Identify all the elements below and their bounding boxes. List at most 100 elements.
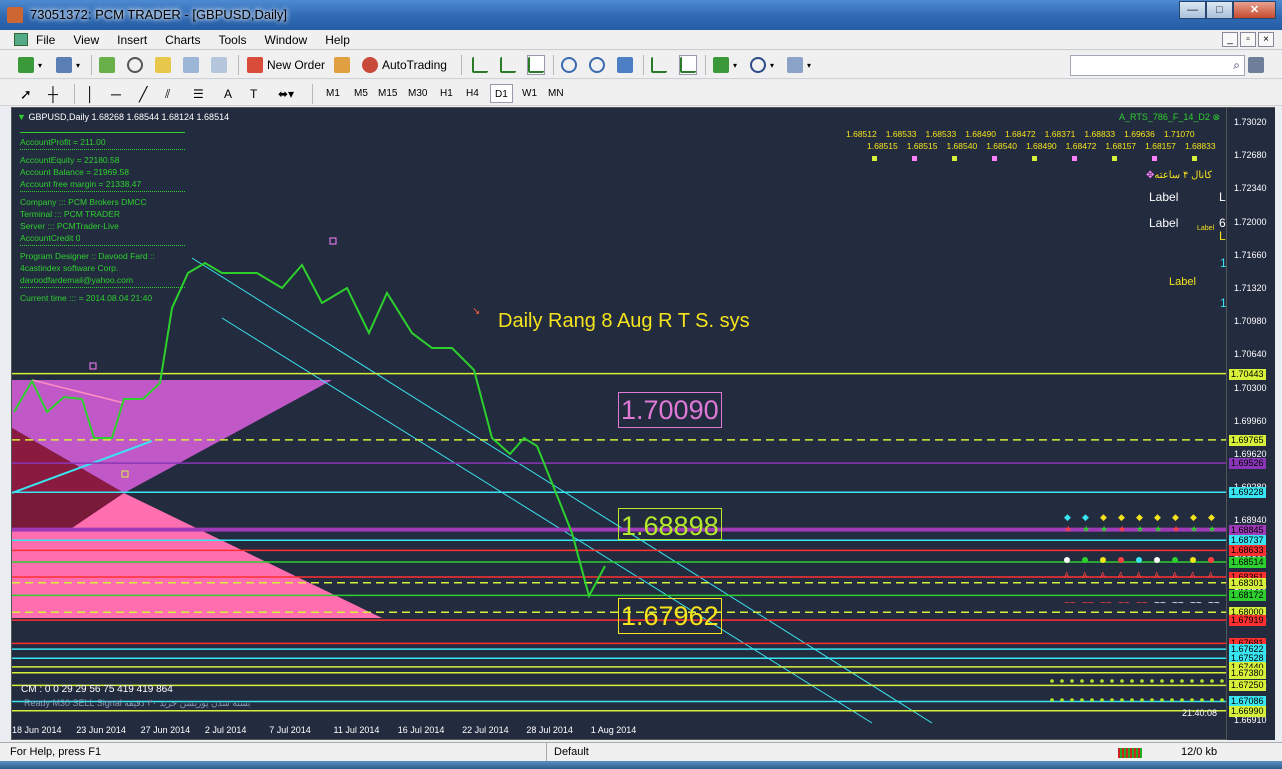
trendline-button[interactable]: ╱ [139,84,147,104]
price-label: 1.69960 [1234,415,1267,426]
chart-area[interactable]: ↘ ◆ ★ A ~~ ◆ ★ A ~~ ◆ ★ A ~~ ◆ ★ A ~~ ◆ ★ A ~~ ◆ ★ A ~~ ◆ ★ A ~~ ◆ ★ A ~… [11,107,1227,740]
terminal-button[interactable] [183,55,199,75]
periods-button[interactable]: ▾ [750,55,774,75]
status-profile[interactable]: Default [554,746,589,758]
maximize-button[interactable]: □ [1206,1,1233,19]
tile-windows-button[interactable] [617,55,633,75]
text-button[interactable]: A [224,84,232,104]
folder-icon [155,57,171,73]
diamond-marker: ◆ [1190,512,1197,522]
timeframe-m5[interactable]: M5 [350,84,372,103]
timeframe-d1[interactable]: D1 [490,84,513,103]
search-input[interactable]: ⌕ [1070,55,1245,76]
price-tag: 1.69765 [1229,434,1266,446]
wave-marker: ~~ [1208,598,1220,609]
green-dot [1110,698,1114,702]
menu-tools[interactable]: Tools [219,33,256,47]
mdi-close-button[interactable]: × [1258,32,1274,47]
a-marker: A [1064,571,1070,580]
new-chart-button[interactable]: ▾ [18,55,42,75]
timeframe-m15[interactable]: M15 [374,84,401,103]
minimize-button[interactable]: — [1179,1,1206,19]
equidistant-channel-button[interactable]: ⫽ [165,84,170,104]
dot-marker [1190,557,1196,563]
green-dot [1060,679,1064,683]
green-dot [1160,698,1164,702]
timeframe-m30[interactable]: M30 [404,84,431,103]
cursor-icon: ➚ [20,85,32,102]
timeframe-h1[interactable]: H1 [436,84,457,103]
date-label: 1 Aug 2014 [590,725,637,735]
account-info-line: 4castindex software Corp. [20,263,119,273]
horizontal-line-button[interactable]: ─ [111,84,121,104]
menu-view[interactable]: View [73,33,108,47]
cursor-button[interactable]: ➚ [20,84,32,104]
chart-shift-button[interactable] [679,55,697,75]
fibonacci-button[interactable]: ☰ [193,84,204,104]
mdi-restore-button[interactable]: ▫ [1240,32,1256,47]
candlestick-icon [500,57,516,73]
label-4: Label [1169,276,1196,288]
indicators-button[interactable]: ▾ [713,55,737,75]
price-scale[interactable]: 1.73020 1.72680 1.72340 1.72000 1.71660 1.713… [1227,107,1275,740]
a-marker: A [1118,571,1124,580]
crosshair-button[interactable]: ┼ [48,84,58,104]
indicator-name: A_RTS_786_F_14_D2 ⊗ [1119,112,1220,122]
zoom-in-button[interactable] [561,55,577,75]
new-chart-icon [18,57,34,73]
menu-file[interactable]: File [36,33,64,47]
wave-marker: ~~ [1172,598,1184,609]
menu-charts[interactable]: Charts [165,33,209,47]
top-value: 1.68540 [946,141,978,151]
navigator-button[interactable] [127,55,143,75]
close-button[interactable]: ✕ [1233,1,1276,19]
signal-square [1112,156,1117,161]
new-order-button[interactable]: New Order [247,55,325,75]
top-value: 1.68490 [1025,141,1057,151]
candlestick-button[interactable] [500,55,516,75]
zoom-out-button[interactable] [589,55,605,75]
autotrading-button[interactable]: AutoTrading [362,55,447,75]
vertical-line-button[interactable]: │ [86,84,95,104]
profiles-button[interactable]: ▾ [56,55,80,75]
wave-marker: ~~ [1082,598,1094,609]
timeframe-w1[interactable]: W1 [518,84,541,103]
menu-window[interactable]: Window [265,33,317,47]
date-label: 2 Jul 2014 [204,725,247,735]
timeframe-m1[interactable]: M1 [322,84,344,103]
green-dot [1140,698,1144,702]
menu-help[interactable]: Help [325,33,359,47]
account-info-line: AccountCredit 0 [20,233,81,243]
templates-button[interactable]: ▾ [787,55,811,75]
auto-scroll-button[interactable] [651,55,667,75]
dropdown-icon: ▾ [733,60,738,70]
account-info-line: Account Balance = 21969.58 [20,167,129,177]
green-dot [1130,698,1134,702]
dot-marker [1082,557,1088,563]
signal-square [872,156,877,161]
timeframe-mn[interactable]: MN [544,84,568,103]
headline-text: Daily Rang 8 Aug R T S. sys [498,310,750,332]
editor-icon [334,57,350,73]
cm-line: CM : 0 0 29 29 56 75 419 419 864 [21,684,173,695]
line-chart-icon [528,57,544,73]
chart-window-icon[interactable] [14,33,28,46]
bar-chart-button[interactable] [472,55,488,75]
timeframe-h4[interactable]: H4 [462,84,483,103]
menu-insert[interactable]: Insert [117,33,156,47]
account-info-line: davoodfardemail@yahoo.com [20,275,134,285]
data-window-button[interactable] [155,55,171,75]
strategy-tester-button[interactable] [211,55,227,75]
close-icon[interactable]: ⊗ [1212,112,1220,122]
text-label-button[interactable]: T [250,84,257,104]
crosshair-icon: ┼ [48,86,58,102]
top-value: 1.68833 [1184,141,1216,151]
mdi-minimize-button[interactable]: _ [1222,32,1238,47]
a-marker: A [1190,571,1196,580]
line-chart-button[interactable] [527,55,545,75]
arrows-button[interactable]: ⬌▾ [278,84,294,104]
community-button[interactable] [1248,55,1264,75]
top-value: 1.68512 [846,129,877,139]
market-watch-button[interactable] [99,55,115,75]
meta-editor-button[interactable] [334,55,350,75]
